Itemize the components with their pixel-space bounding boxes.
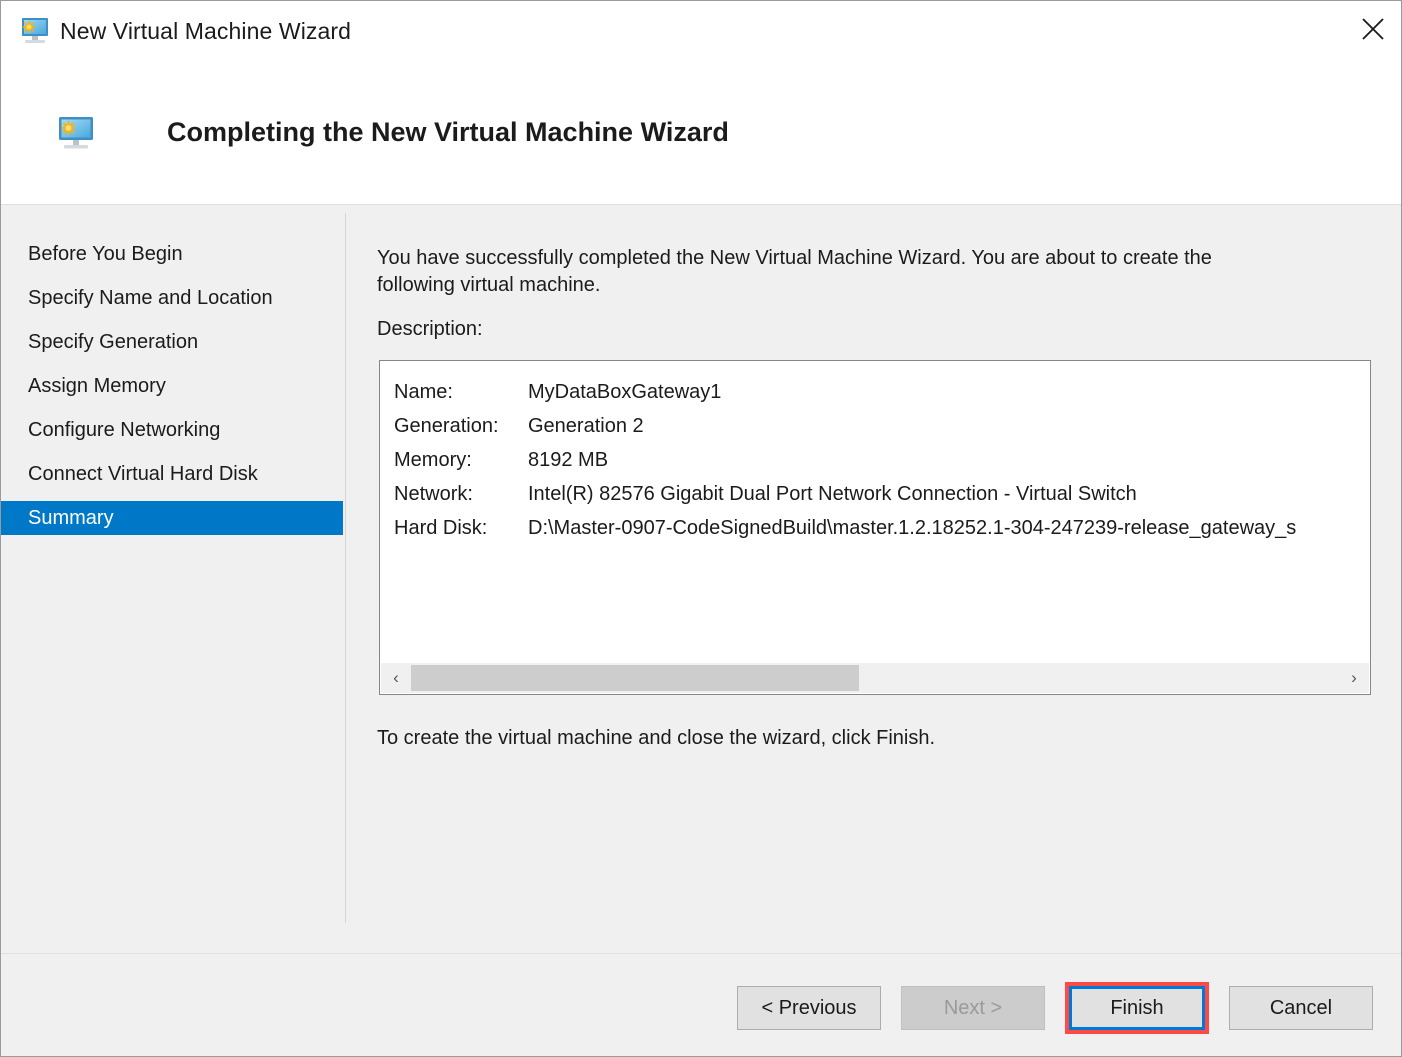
sidebar-item-connect-virtual-hard-disk[interactable]: Connect Virtual Hard Disk [1, 457, 343, 491]
wizard-steps-nav: Before You Begin Specify Name and Locati… [1, 205, 343, 953]
horizontal-scrollbar[interactable]: ‹ › [381, 663, 1369, 693]
scroll-right-arrow-icon[interactable]: › [1339, 663, 1369, 693]
scrollbar-track[interactable] [411, 663, 1339, 693]
sidebar-item-configure-networking[interactable]: Configure Networking [1, 413, 343, 447]
description-label: Description: [377, 318, 483, 340]
vm-summary-box: Name: MyDataBoxGateway1 Generation: Gene… [379, 360, 1371, 695]
summary-key: Name: [394, 380, 453, 403]
summary-value: Generation 2 [528, 414, 644, 437]
intro-text: You have successfully completed the New … [377, 247, 1212, 296]
wizard-header: Completing the New Virtual Machine Wizar… [1, 61, 1401, 204]
summary-key: Generation: [394, 414, 499, 437]
previous-button[interactable]: < Previous [737, 986, 881, 1030]
summary-row-name: Name: MyDataBoxGateway1 [394, 375, 1370, 409]
virtual-machine-monitor-icon [56, 113, 96, 153]
next-button: Next > [901, 986, 1045, 1030]
page-title: Completing the New Virtual Machine Wizar… [167, 117, 729, 147]
summary-key: Hard Disk: [394, 516, 488, 539]
scroll-left-arrow-icon[interactable]: ‹ [381, 663, 411, 693]
summary-value: 8192 MB [528, 448, 609, 471]
title-bar: New Virtual Machine Wizard [1, 1, 1401, 61]
sidebar-item-specify-name-and-location[interactable]: Specify Name and Location [1, 281, 343, 315]
sidebar-item-before-you-begin[interactable]: Before You Begin [1, 237, 343, 271]
new-virtual-machine-wizard-window: New Virtual Machine Wizard Completing th… [0, 0, 1402, 1057]
sidebar-item-assign-memory[interactable]: Assign Memory [1, 369, 343, 403]
sidebar-item-summary[interactable]: Summary [1, 501, 343, 535]
close-icon[interactable] [1345, 1, 1401, 57]
virtual-machine-monitor-icon [19, 16, 51, 46]
window-title: New Virtual Machine Wizard [60, 17, 352, 44]
sidebar-divider [345, 213, 346, 923]
summary-row-hard-disk: Hard Disk: D:\Master-0907-CodeSignedBuil… [394, 511, 1370, 545]
finish-button[interactable]: Finish [1069, 986, 1205, 1030]
finish-button-highlight: Finish [1065, 982, 1209, 1034]
summary-value: MyDataBoxGateway1 [528, 380, 722, 403]
finish-hint-text: To create the virtual machine and close … [377, 727, 936, 749]
summary-value: Intel(R) 82576 Gigabit Dual Port Network… [528, 482, 1137, 505]
vm-summary-list: Name: MyDataBoxGateway1 Generation: Gene… [380, 361, 1370, 663]
summary-key: Network: [394, 482, 473, 505]
summary-row-network: Network: Intel(R) 82576 Gigabit Dual Por… [394, 477, 1370, 511]
wizard-content-pane: You have successfully completed the New … [377, 205, 1377, 953]
sidebar-item-specify-generation[interactable]: Specify Generation [1, 325, 343, 359]
summary-value: D:\Master-0907-CodeSignedBuild\master.1.… [528, 516, 1297, 539]
summary-row-generation: Generation: Generation 2 [394, 409, 1370, 443]
cancel-button[interactable]: Cancel [1229, 986, 1373, 1030]
summary-row-memory: Memory: 8192 MB [394, 443, 1370, 477]
wizard-body: Before You Begin Specify Name and Locati… [1, 205, 1401, 953]
summary-key: Memory: [394, 448, 472, 471]
scrollbar-thumb[interactable] [411, 665, 859, 691]
